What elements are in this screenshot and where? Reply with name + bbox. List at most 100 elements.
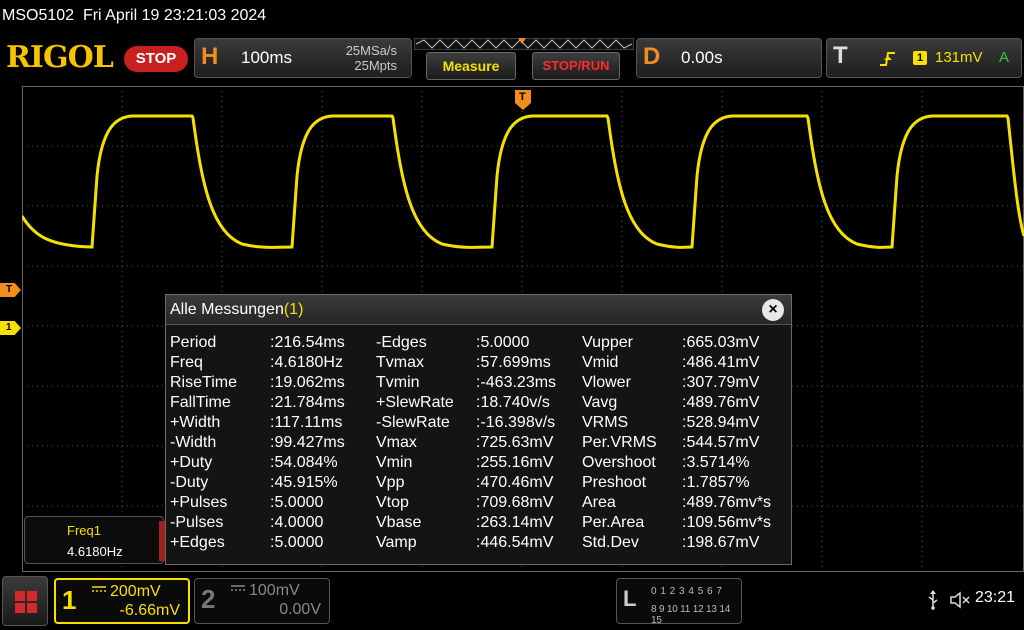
datetime: Fri April 19 23:21:03 2024 [82,7,267,24]
measurement-name: -Edges [376,334,427,351]
system-clock: 23:21 [975,589,1016,606]
measure-button[interactable]: Measure [426,52,516,80]
ch1-waveform [22,114,1024,249]
logic-analyzer-box[interactable]: L 0 1 2 3 4 5 6 7 8 9 10 11 12 13 14 15 [616,578,742,626]
grid-menu-icon [15,591,37,613]
measurement-value: :3.5714% [682,454,750,471]
measurement-value: :4.0000 [270,514,324,531]
measurement-name: Std.Dev [582,534,639,551]
measurement-value: :489.76mV [682,394,760,411]
trigger-label: T [833,42,848,69]
measurement-name: Area [582,494,616,511]
usb-icon [928,590,938,610]
measurement-name: +SlewRate [376,394,454,411]
measurement-value: :486.41mV [682,354,760,371]
measurement-name: Vmid [582,354,619,371]
measurement-value: :489.76mv*s [682,494,771,511]
trigger-box[interactable]: T 1 131mV A [826,38,1022,78]
measurement-name: Vlower [582,374,631,391]
channel-1-box[interactable]: 1 200mV -6.66mV [54,578,190,624]
digital-channels-8-15: 8 9 10 11 12 13 14 15 [651,604,731,626]
measurement-value: :21.784ms [270,394,345,411]
measurement-value: :5.0000 [270,494,324,511]
delay-label: D [643,43,661,70]
measurement-name: -Pulses [170,514,224,531]
timebase-value: 100ms [241,48,293,67]
measurement-name: Vmin [376,454,413,471]
measurement-value: :470.46mV [476,474,554,491]
measurement-name: Vtop [376,494,409,511]
measurement-name: Vbase [376,514,422,531]
measurement-name: Tvmin [376,374,420,391]
channel-2-number: 2 [201,584,216,614]
measurement-value: :54.084% [270,454,338,471]
ch1-offset-marker[interactable]: 1 [0,321,21,335]
delay-box[interactable]: D 0.00s [636,38,822,78]
measurement-name: Period [170,334,217,351]
measurement-value: :255.16mV [476,454,554,471]
measurement-value: :-463.23ms [476,374,557,391]
measurement-value: :-16.398v/s [476,414,556,431]
dc-coupling-icon [92,583,106,597]
measurement-name: Freq [170,354,203,371]
measurement-value: :528.94mV [682,414,760,431]
speaker-muted-icon[interactable] [950,591,972,609]
channel-2-scale: 100mV [249,582,300,599]
measurement-name: +Edges [170,534,225,551]
trigger-level-marker[interactable]: T [0,283,21,297]
channel-2-box[interactable]: 2 100mV 0.00V [194,578,330,624]
logic-analyzer-label: L [623,586,637,611]
measurement-name: Per.VRMS [582,434,657,451]
stat-box-edge [159,521,165,561]
trigger-mode: A [999,49,1010,66]
stop-run-button[interactable]: STOP/RUN [532,52,620,80]
all-measurements-panel: Alle Messungen(1) × Period :216.54ms Freq:… [165,294,792,565]
measurement-name: RiseTime [170,374,237,391]
title-bar: MSO5102 Fri April 19 23:21:03 2024 [0,0,1024,34]
dc-coupling-icon [231,582,245,596]
channel-2-offset: 0.00V [279,601,321,618]
measurement-value: :45.915% [270,474,338,491]
trigger-level: 131mV [935,49,983,66]
measurement-name: Vamp [376,534,417,551]
horizontal-timebase-box[interactable]: H 100ms 25MSa/s 25Mpts [194,38,412,78]
measurement-value: :725.63mV [476,434,554,451]
measurements-title-text: Alle Messungen [170,301,284,318]
trigger-position-label: T [519,91,526,103]
measurement-value: :117.11ms [270,414,343,431]
delay-value: 0.00s [681,48,723,67]
measurement-value: :4.6180Hz [270,354,343,371]
rigol-logo: RIGOL [6,40,114,75]
close-icon[interactable]: × [762,299,784,321]
trigger-position-marker[interactable]: T [515,90,531,110]
channel-1-offset: -6.66mV [119,602,180,619]
measurement-value: :1.7857% [682,474,750,491]
measurement-value: :19.062ms [270,374,345,391]
measurement-name: -Width [170,434,217,451]
measurement-name: Overshoot [582,454,656,471]
measurement-value: :109.56mv*s [682,514,771,531]
horizontal-label: H [201,43,219,70]
measurement-value: :5.0000 [270,534,324,551]
rising-edge-icon [880,52,895,66]
run-state-badge[interactable]: STOP [124,46,188,72]
frequency-stat-box[interactable]: Freq1 4.6180Hz [24,516,165,564]
measurement-name: -Duty [170,474,209,491]
memory-depth: 25Mpts [354,58,397,73]
measurement-value: :216.54ms [270,334,345,351]
measurement-name: Per.Area [582,514,645,531]
measurement-name: Tvmax [376,354,424,371]
measurement-name: Vpp [376,474,405,491]
menu-button[interactable] [2,576,48,626]
measurements-count: (1) [283,301,304,318]
measurement-value: :5.0000 [476,334,530,351]
measurement-name: VRMS [582,414,629,431]
measurement-name: Vmax [376,434,417,451]
waveform-position-strip [414,38,634,50]
measurement-value: :665.03mV [682,334,760,351]
channel-1-number: 1 [62,585,77,615]
measurement-value: :18.740v/s [476,394,550,411]
measurement-name: Vavg [582,394,618,411]
measurement-name: +Duty [170,454,213,471]
measurements-header: Alle Messungen(1) × [166,295,791,325]
